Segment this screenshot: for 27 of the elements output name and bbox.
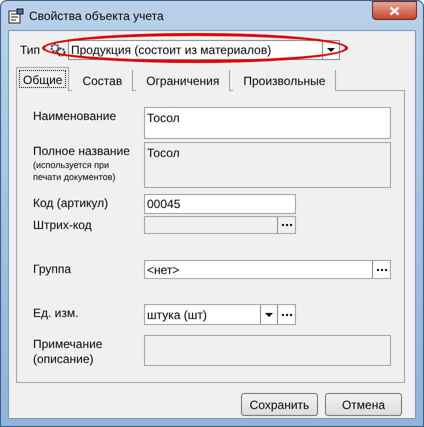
field-label: Полное название [33,144,131,159]
type-dropdown[interactable]: Продукция (состоит из материалов) [68,40,340,60]
dialog-button[interactable]: Сохранить [241,393,318,416]
tab[interactable]: Произвольные [233,70,336,91]
close-icon [389,6,400,16]
text-area[interactable]: Тосол [144,107,391,139]
tab[interactable]: Состав [72,70,134,91]
field-label: Тип [20,42,42,59]
tab[interactable]: Ограничения [136,70,230,91]
tab[interactable]: Общие [16,67,70,91]
gears-icon [50,43,66,57]
window-title: Свойства объекта учета [29,8,164,24]
dropdown-arrow-icon[interactable] [265,312,273,316]
field-label: Штрих-код [33,218,93,233]
field-label: Группа [33,262,72,277]
properties-icon [8,8,24,24]
field-label: Ед. изм. [33,306,80,321]
close-button[interactable] [372,1,417,20]
field-hint: (используется при печати документов) [33,159,116,183]
field-label: Код (артикул) [33,196,110,211]
field-label: Наименование [33,109,118,124]
input-field[interactable]: 00045 [144,194,296,214]
dropdown-arrow-icon [327,48,335,52]
dropdown-field[interactable]: штука (шт) [144,304,296,325]
field-label: Примечание (описание) [33,337,104,367]
dialog-button[interactable]: Отмена [325,393,402,416]
lookup-field[interactable]: <нет> [144,260,391,279]
